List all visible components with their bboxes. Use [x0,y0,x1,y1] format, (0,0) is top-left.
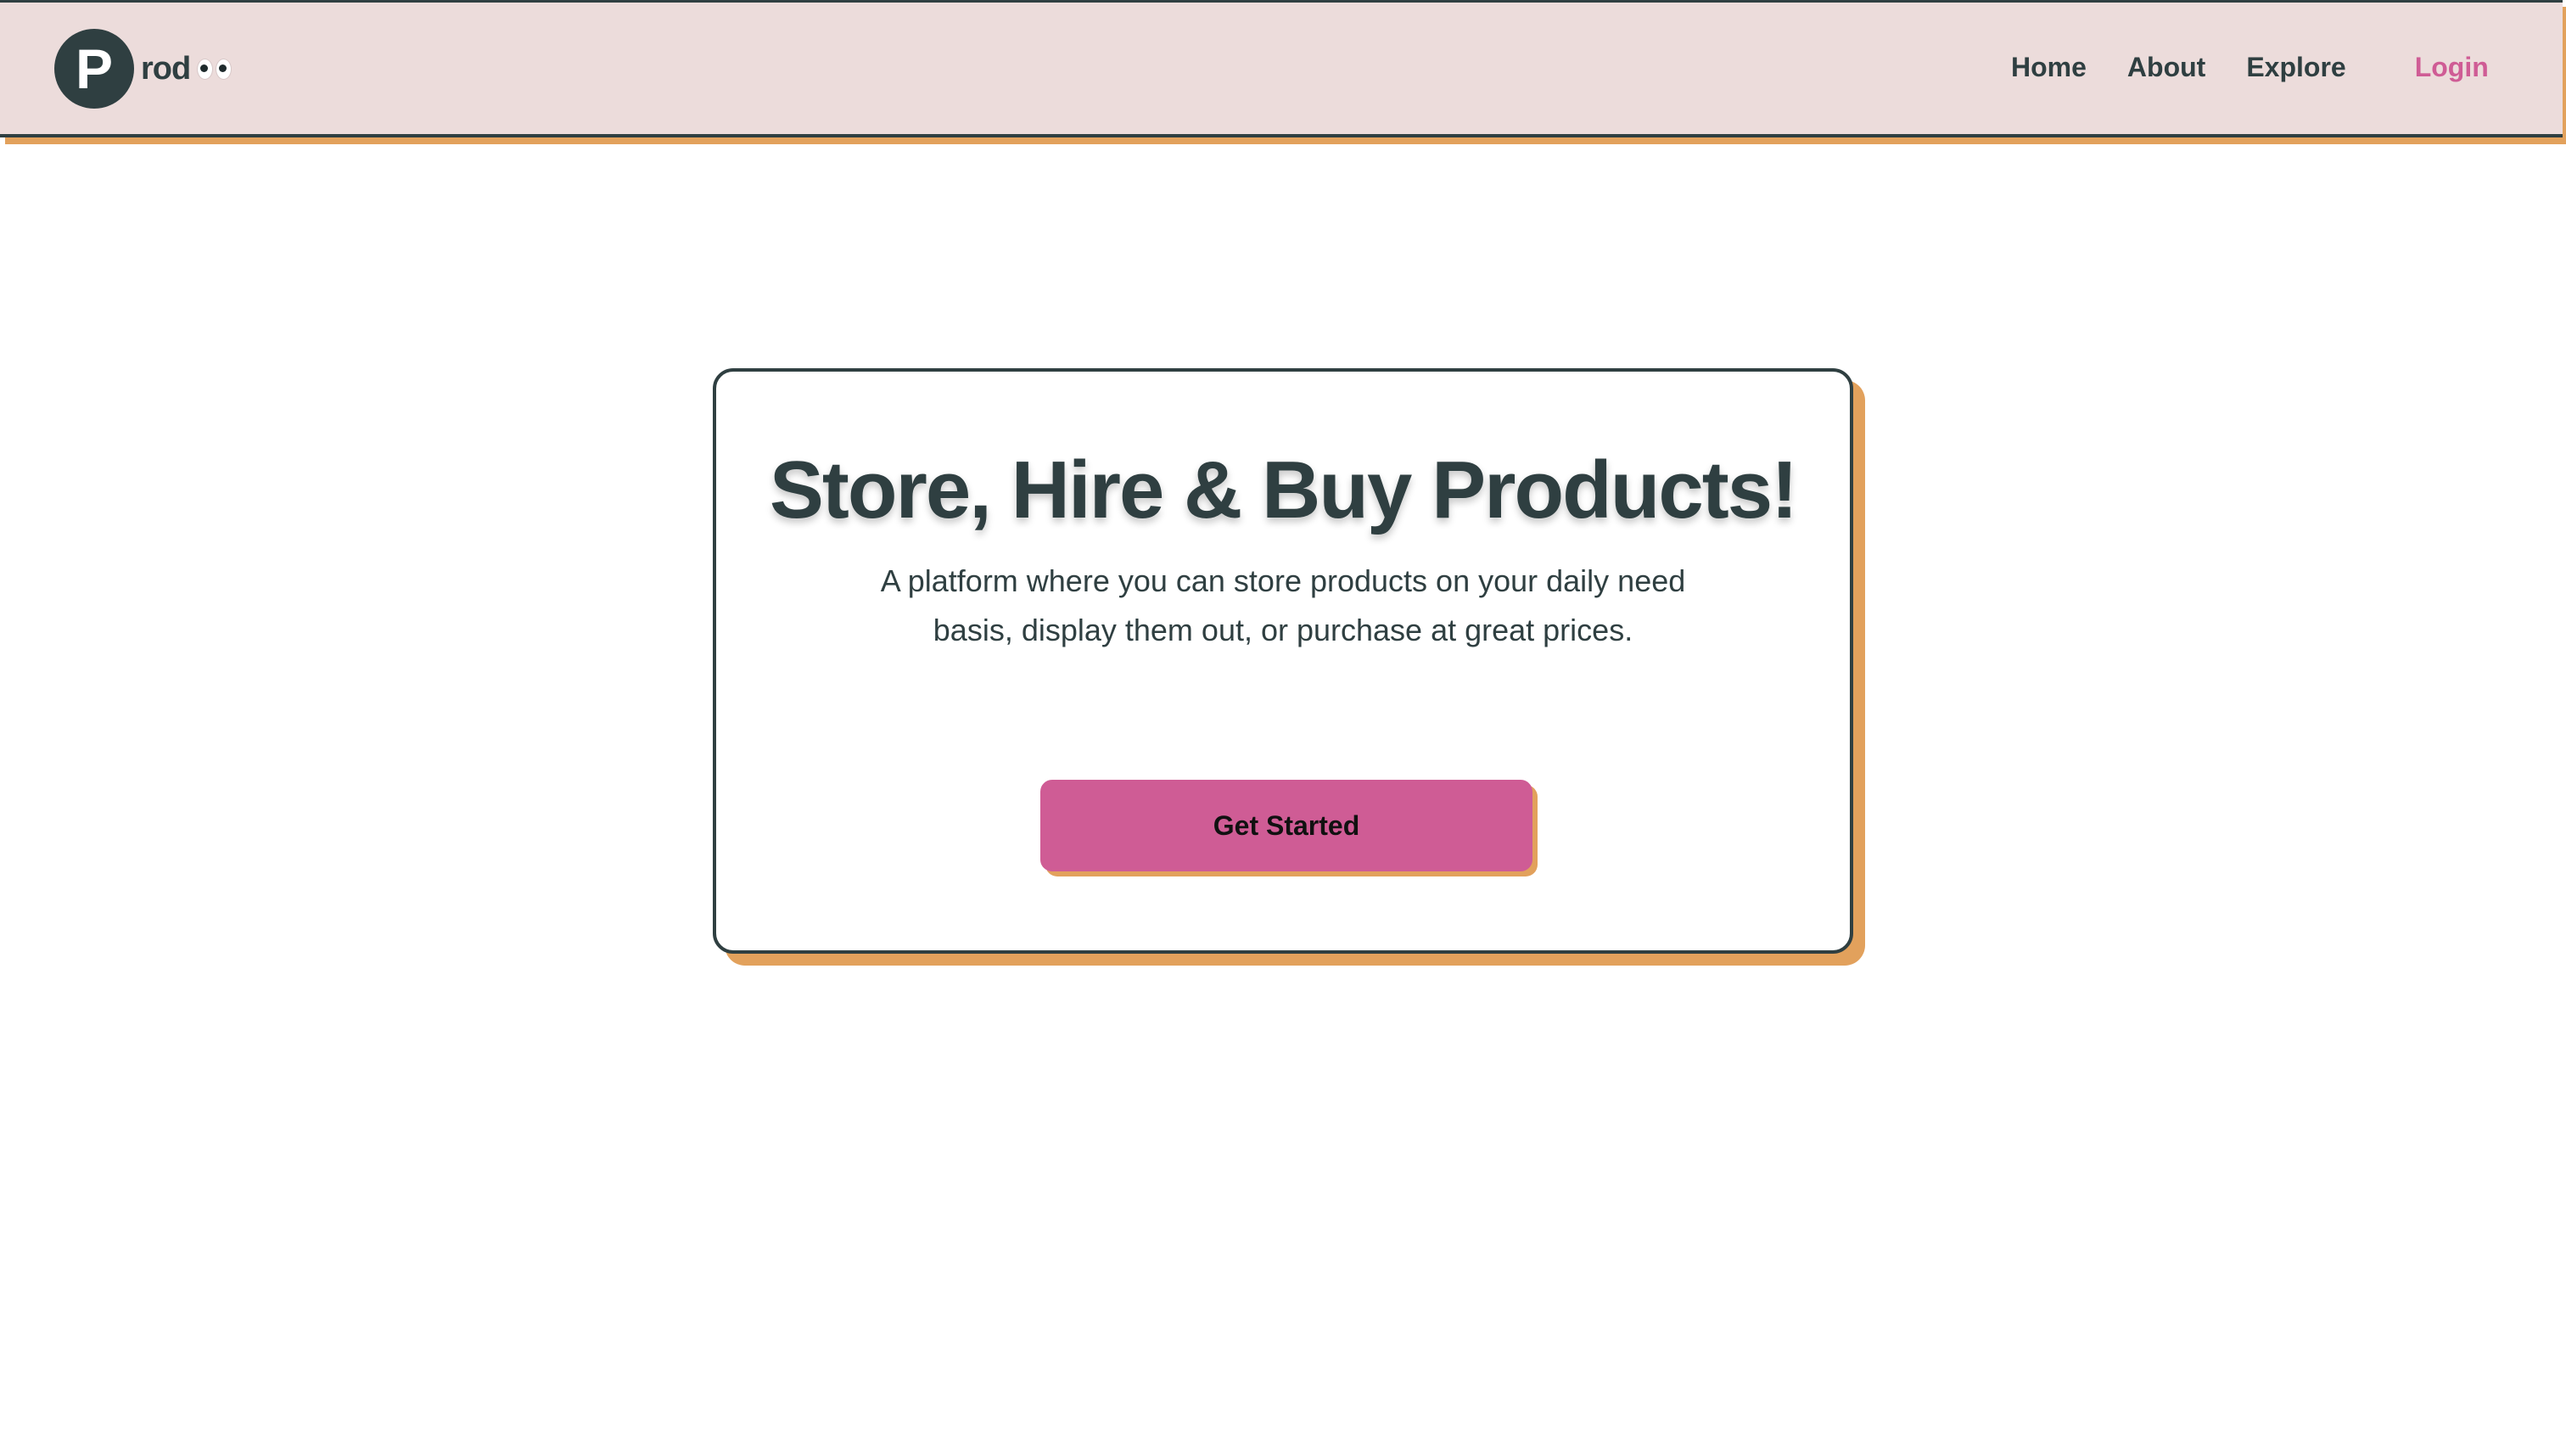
brand-name: rod [141,50,191,87]
brand-logo[interactable]: P rod [54,29,233,109]
nav-login-link[interactable]: Login [2415,52,2489,83]
nav-link-home[interactable]: Home [2011,52,2087,83]
logo-badge-icon: P [54,29,134,109]
hero-card: Store, Hire & Buy Products! A platform w… [713,368,1853,954]
nav-link-about[interactable]: About [2127,52,2205,83]
top-navbar: P rod Home About Explore Login [0,0,2563,137]
eyes-icon [197,58,233,80]
get-started-button[interactable]: Get Started [1040,780,1532,871]
hero-description: A platform where you can store products … [880,563,1686,647]
hero-title: Store, Hire & Buy Products! [769,445,1798,535]
nav-link-explore[interactable]: Explore [2246,52,2345,83]
eye-right-icon [216,58,233,80]
eye-left-icon [197,58,214,80]
nav-links: Home About Explore Login [2011,52,2489,83]
